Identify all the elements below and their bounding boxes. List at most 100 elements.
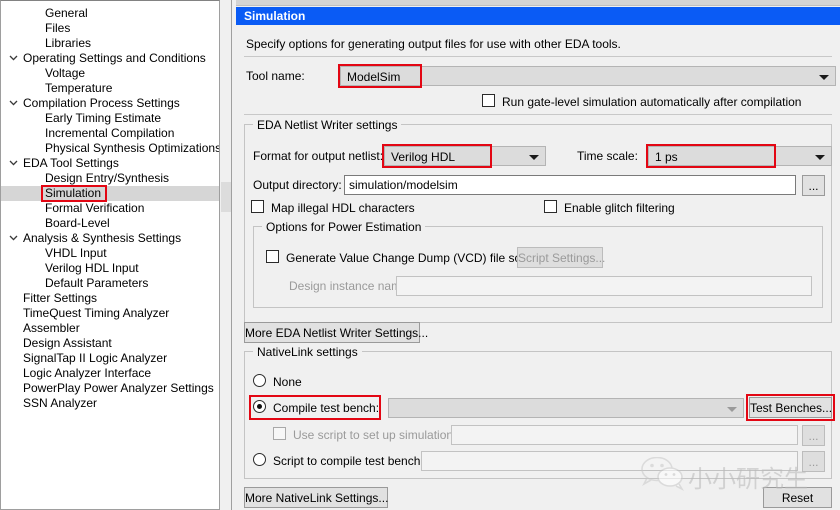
sidebar-item-compilation-process-settings[interactable]: Compilation Process Settings <box>1 96 219 111</box>
output-directory-browse-button[interactable]: ... <box>802 175 825 196</box>
script-compile-test-bench-label: Script to compile test bench: <box>273 454 424 468</box>
sidebar-item-ssn-analyzer[interactable]: SSN Analyzer <box>1 396 219 411</box>
script-settings-button[interactable]: Script Settings... <box>517 247 603 268</box>
sidebar-item-label: VHDL Input <box>45 246 107 261</box>
power-estimation-group-title: Options for Power Estimation <box>262 220 425 234</box>
combo-divider <box>491 147 492 165</box>
sidebar-item-design-entry-synthesis[interactable]: Design Entry/Synthesis <box>1 171 219 186</box>
sidebar-item-label: Formal Verification <box>45 201 144 216</box>
compile-test-bench-radio[interactable] <box>253 400 266 413</box>
nativelink-settings-group-title: NativeLink settings <box>253 345 362 359</box>
sidebar-item-label: Assembler <box>23 321 80 336</box>
sidebar-item-logic-analyzer-interface[interactable]: Logic Analyzer Interface <box>1 366 219 381</box>
chevron-down-icon[interactable] <box>7 51 20 66</box>
sidebar-item-label: Design Entry/Synthesis <box>45 171 169 186</box>
sidebar-item-assembler[interactable]: Assembler <box>1 321 219 336</box>
sidebar-item-board-level[interactable]: Board-Level <box>1 216 219 231</box>
map-illegal-hdl-checkbox[interactable] <box>251 200 264 213</box>
script-compile-test-bench-input[interactable] <box>421 451 798 471</box>
sidebar-item-fitter-settings[interactable]: Fitter Settings <box>1 291 219 306</box>
sidebar-item-label: Simulation <box>45 186 101 201</box>
settings-category-tree[interactable]: GeneralFilesLibrariesOperating Settings … <box>0 0 220 510</box>
sidebar-item-voltage[interactable]: Voltage <box>1 66 219 81</box>
sidebar-item-label: Board-Level <box>45 216 110 231</box>
use-script-setup-input[interactable] <box>451 425 798 445</box>
sidebar-item-files[interactable]: Files <box>1 21 219 36</box>
generate-vcd-label: Generate Value Change Dump (VCD) file sc… <box>286 251 537 265</box>
sidebar-item-label: Design Assistant <box>23 336 112 351</box>
format-output-netlist-label: Format for output netlist: <box>253 149 383 163</box>
sidebar-item-libraries[interactable]: Libraries <box>1 36 219 51</box>
use-script-setup-browse-button[interactable]: ... <box>802 425 825 446</box>
nativelink-none-radio[interactable] <box>253 374 266 387</box>
sidebar-item-operating-settings-and-conditions[interactable]: Operating Settings and Conditions <box>1 51 219 66</box>
script-compile-test-bench-browse-button[interactable]: ... <box>802 451 825 472</box>
sidebar-item-incremental-compilation[interactable]: Incremental Compilation <box>1 126 219 141</box>
run-gate-level-checkbox[interactable] <box>482 94 495 107</box>
page-title: Simulation <box>236 7 840 25</box>
sidebar-item-simulation[interactable]: Simulation <box>1 186 219 201</box>
enable-glitch-filtering-label: Enable glitch filtering <box>564 201 675 215</box>
use-script-setup-label: Use script to set up simulation: <box>293 428 456 442</box>
sidebar-item-label: Libraries <box>45 36 91 51</box>
more-nativelink-settings-button[interactable]: More NativeLink Settings... <box>244 487 388 508</box>
combo-divider <box>774 147 775 165</box>
sidebar-item-label: Physical Synthesis Optimizations <box>45 141 220 156</box>
more-eda-netlist-writer-settings-button[interactable]: More EDA Netlist Writer Settings... <box>244 322 420 343</box>
sidebar-item-default-parameters[interactable]: Default Parameters <box>1 276 219 291</box>
sidebar-item-eda-tool-settings[interactable]: EDA Tool Settings <box>1 156 219 171</box>
sidebar-item-label: EDA Tool Settings <box>23 156 119 171</box>
panel-splitter[interactable] <box>221 0 235 510</box>
sidebar-item-early-timing-estimate[interactable]: Early Timing Estimate <box>1 111 219 126</box>
sidebar-item-vhdl-input[interactable]: VHDL Input <box>1 246 219 261</box>
sidebar-item-label: Files <box>45 21 70 36</box>
nativelink-none-label: None <box>273 375 302 389</box>
generate-vcd-checkbox[interactable] <box>266 250 279 263</box>
compile-test-bench-combo[interactable] <box>388 398 744 418</box>
sidebar-item-label: Incremental Compilation <box>45 126 174 141</box>
chevron-down-icon[interactable] <box>815 155 825 160</box>
sidebar-item-temperature[interactable]: Temperature <box>1 81 219 96</box>
enable-glitch-filtering-checkbox[interactable] <box>544 200 557 213</box>
reset-button[interactable]: Reset <box>763 487 832 508</box>
sidebar-item-general[interactable]: General <box>1 6 219 21</box>
sidebar-item-label: Logic Analyzer Interface <box>23 366 151 381</box>
sidebar-item-signaltap-ii-logic-analyzer[interactable]: SignalTap II Logic Analyzer <box>1 351 219 366</box>
sidebar-item-analysis-synthesis-settings[interactable]: Analysis & Synthesis Settings <box>1 231 219 246</box>
format-output-netlist-value: Verilog HDL <box>391 147 455 167</box>
settings-dialog: GeneralFilesLibrariesOperating Settings … <box>0 0 840 510</box>
sidebar-item-formal-verification[interactable]: Formal Verification <box>1 201 219 216</box>
test-benches-button[interactable]: Test Benches... <box>749 397 832 418</box>
sidebar-item-design-assistant[interactable]: Design Assistant <box>1 336 219 351</box>
sidebar-item-label: Early Timing Estimate <box>45 111 161 126</box>
format-output-netlist-combo[interactable]: Verilog HDL <box>384 146 546 166</box>
chevron-down-icon[interactable] <box>7 96 20 111</box>
output-directory-value: simulation/modelsim <box>349 176 458 195</box>
sidebar-item-label: Default Parameters <box>45 276 148 291</box>
chevron-down-icon[interactable] <box>7 231 20 246</box>
time-scale-combo[interactable]: 1 ps <box>648 146 832 166</box>
splitter-grip[interactable] <box>221 182 231 212</box>
page-description: Specify options for generating output fi… <box>246 37 621 51</box>
time-scale-label: Time scale: <box>577 149 638 163</box>
sidebar-item-powerplay-power-analyzer-settings[interactable]: PowerPlay Power Analyzer Settings <box>1 381 219 396</box>
run-gate-level-label: Run gate-level simulation automatically … <box>502 95 801 109</box>
eda-netlist-writer-group-title: EDA Netlist Writer settings <box>253 118 401 132</box>
output-directory-label: Output directory: <box>253 178 342 192</box>
use-script-setup-checkbox[interactable] <box>273 427 286 440</box>
chevron-down-icon[interactable] <box>7 156 20 171</box>
sidebar-item-label: Verilog HDL Input <box>45 261 139 276</box>
chevron-down-icon[interactable] <box>727 407 737 412</box>
sidebar-item-timequest-timing-analyzer[interactable]: TimeQuest Timing Analyzer <box>1 306 219 321</box>
chevron-down-icon[interactable] <box>529 155 539 160</box>
sidebar-item-label: Voltage <box>45 66 85 81</box>
design-instance-name-input[interactable] <box>396 276 812 296</box>
tool-name-combo[interactable]: ModelSim <box>340 66 836 86</box>
script-compile-test-bench-radio[interactable] <box>253 453 266 466</box>
sidebar-item-label: SSN Analyzer <box>23 396 97 411</box>
output-directory-input[interactable]: simulation/modelsim <box>344 175 796 195</box>
sidebar-item-physical-synthesis-optimizations[interactable]: Physical Synthesis Optimizations <box>1 141 219 156</box>
sidebar-item-label: Operating Settings and Conditions <box>23 51 206 66</box>
sidebar-item-verilog-hdl-input[interactable]: Verilog HDL Input <box>1 261 219 276</box>
chevron-down-icon[interactable] <box>819 75 829 80</box>
